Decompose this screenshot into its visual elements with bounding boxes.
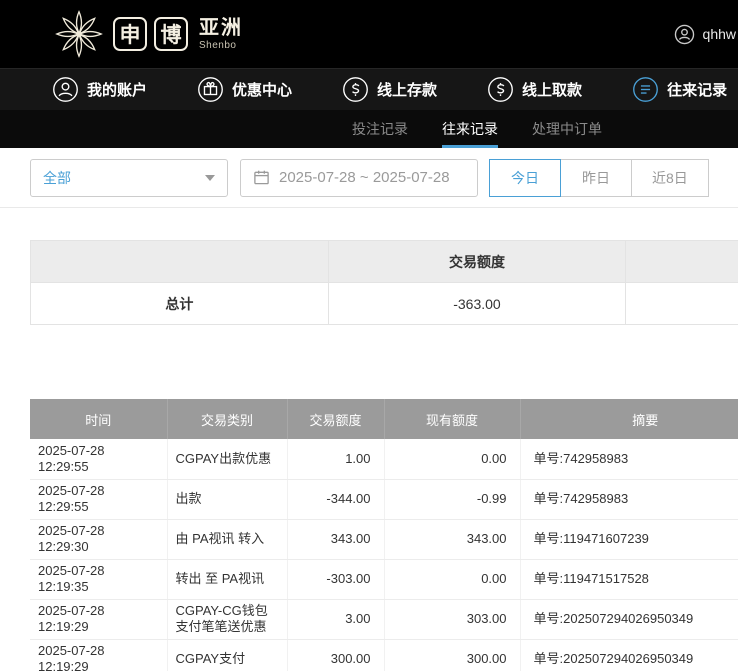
yesterday-button[interactable]: 昨日 — [560, 159, 632, 197]
cell-summary: 单号:202507294026950349 — [520, 639, 738, 671]
summary-header-row: 交易额度 — [31, 241, 738, 283]
withdraw-coin-icon — [487, 76, 514, 103]
cell-balance: 0.00 — [384, 439, 520, 479]
today-button[interactable]: 今日 — [489, 159, 561, 197]
column-header: 交易类别 — [167, 399, 287, 439]
column-header: 时间 — [30, 399, 167, 439]
page: 申 博 亚洲 Shenbo qhhw 我的账户 — [0, 0, 738, 671]
logo-region-cn: 亚洲 — [199, 18, 243, 38]
sub-nav: 投注记录 往来记录 处理中订单 — [0, 110, 738, 148]
cell-summary: 单号:202507294026950349 — [520, 599, 738, 639]
column-header: 摘要 — [520, 399, 738, 439]
nav-label: 往来记录 — [667, 79, 727, 100]
user-account[interactable]: qhhw — [674, 24, 738, 45]
cell-time: 2025-07-28 12:19:29 — [30, 639, 167, 671]
cell-balance: 0.00 — [384, 559, 520, 599]
records-table: 时间交易类别交易额度现有额度摘要 2025-07-28 12:29:55CGPA… — [30, 399, 738, 671]
cell-type: CGPAY-CG钱包支付笔笔送优惠 — [167, 599, 287, 639]
nav-item-my-account[interactable]: 我的账户 — [52, 76, 147, 103]
site-logo[interactable]: 申 博 亚洲 Shenbo — [52, 7, 243, 61]
cell-balance: 300.00 — [384, 639, 520, 671]
nav-item-promotions[interactable]: 优惠中心 — [197, 76, 292, 103]
nav-item-withdraw[interactable]: 线上取款 — [487, 76, 582, 103]
deposit-coin-icon — [342, 76, 369, 103]
records-icon — [632, 76, 659, 103]
date-range-value: 2025-07-28 ~ 2025-07-28 — [279, 169, 450, 186]
tab-transaction-records[interactable]: 往来记录 — [442, 110, 498, 148]
chevron-down-icon — [205, 175, 215, 181]
cell-type: CGPAY支付 — [167, 639, 287, 671]
cell-summary: 单号:742958983 — [520, 479, 738, 519]
cell-balance: -0.99 — [384, 479, 520, 519]
summary-header-empty — [31, 241, 329, 283]
summary-empty-cell — [626, 283, 738, 325]
column-header: 交易额度 — [287, 399, 384, 439]
tab-betting-records[interactable]: 投注记录 — [352, 110, 408, 148]
cell-summary: 单号:742958983 — [520, 439, 738, 479]
cell-balance: 303.00 — [384, 599, 520, 639]
cell-amount: 1.00 — [287, 439, 384, 479]
user-avatar-icon — [674, 24, 695, 45]
flower-logo-icon — [52, 7, 106, 61]
logo-subtitle: Shenbo — [199, 41, 243, 51]
cell-type: 转出 至 PA视讯 — [167, 559, 287, 599]
summary-header-amount: 交易额度 — [328, 241, 626, 283]
nav-item-deposit[interactable]: 线上存款 — [342, 76, 437, 103]
cell-amount: 3.00 — [287, 599, 384, 639]
cell-summary: 单号:119471517528 — [520, 559, 738, 599]
logo-char-box: 博 — [154, 17, 188, 51]
table-row: 2025-07-28 12:19:29CGPAY支付300.00300.00单号… — [30, 639, 738, 671]
gift-icon — [197, 76, 224, 103]
nav-label: 优惠中心 — [232, 79, 292, 100]
logo-char-box: 申 — [113, 17, 147, 51]
cell-amount: 300.00 — [287, 639, 384, 671]
calendar-icon — [253, 169, 270, 186]
last-8-days-button[interactable]: 近8日 — [631, 159, 709, 197]
cell-amount: -344.00 — [287, 479, 384, 519]
user-icon — [52, 76, 79, 103]
cell-time: 2025-07-28 12:19:35 — [30, 559, 167, 599]
cell-time: 2025-07-28 12:29:55 — [30, 479, 167, 519]
records-table-body: 2025-07-28 12:29:55CGPAY出款优惠1.000.00单号:7… — [30, 439, 738, 671]
nav-item-transaction-records[interactable]: 往来记录 — [632, 76, 727, 103]
cell-amount: 343.00 — [287, 519, 384, 559]
summary-total-value: -363.00 — [328, 283, 626, 325]
cell-time: 2025-07-28 12:19:29 — [30, 599, 167, 639]
summary-total-row: 总计 -363.00 — [31, 283, 738, 325]
table-row: 2025-07-28 12:19:35转出 至 PA视讯-303.000.00单… — [30, 559, 738, 599]
type-dropdown-value: 全部 — [43, 168, 71, 188]
main-nav: 我的账户 优惠中心 线上存款 线上取款 — [0, 68, 738, 110]
cell-summary: 单号:119471607239 — [520, 519, 738, 559]
summary-table: 交易额度 总计 -363.00 — [30, 240, 738, 325]
quick-range-group: 今日 昨日 近8日 — [490, 159, 709, 197]
cell-time: 2025-07-28 12:29:30 — [30, 519, 167, 559]
cell-type: CGPAY出款优惠 — [167, 439, 287, 479]
top-header: 申 博 亚洲 Shenbo qhhw — [0, 0, 738, 68]
cell-amount: -303.00 — [287, 559, 384, 599]
filter-bar: 全部 2025-07-28 ~ 2025-07-28 今日 昨日 近8日 — [0, 148, 738, 208]
summary-header-empty — [626, 241, 738, 283]
cell-time: 2025-07-28 12:29:55 — [30, 439, 167, 479]
type-dropdown[interactable]: 全部 — [30, 159, 228, 197]
logo-region-text: 亚洲 Shenbo — [199, 18, 243, 51]
table-row: 2025-07-28 12:29:30由 PA视讯 转入343.00343.00… — [30, 519, 738, 559]
column-header: 现有额度 — [384, 399, 520, 439]
cell-type: 由 PA视讯 转入 — [167, 519, 287, 559]
username: qhhw — [703, 26, 736, 42]
nav-label: 线上存款 — [377, 79, 437, 100]
tab-processing-orders[interactable]: 处理中订单 — [532, 110, 602, 148]
cell-type: 出款 — [167, 479, 287, 519]
table-row: 2025-07-28 12:29:55出款-344.00-0.99单号:7429… — [30, 479, 738, 519]
date-range-picker[interactable]: 2025-07-28 ~ 2025-07-28 — [240, 159, 478, 197]
nav-label: 我的账户 — [87, 79, 147, 100]
nav-label: 线上取款 — [522, 79, 582, 100]
table-row: 2025-07-28 12:29:55CGPAY出款优惠1.000.00单号:7… — [30, 439, 738, 479]
summary-total-label: 总计 — [31, 283, 329, 325]
records-header-row: 时间交易类别交易额度现有额度摘要 — [30, 399, 738, 439]
table-row: 2025-07-28 12:19:29CGPAY-CG钱包支付笔笔送优惠3.00… — [30, 599, 738, 639]
cell-balance: 343.00 — [384, 519, 520, 559]
